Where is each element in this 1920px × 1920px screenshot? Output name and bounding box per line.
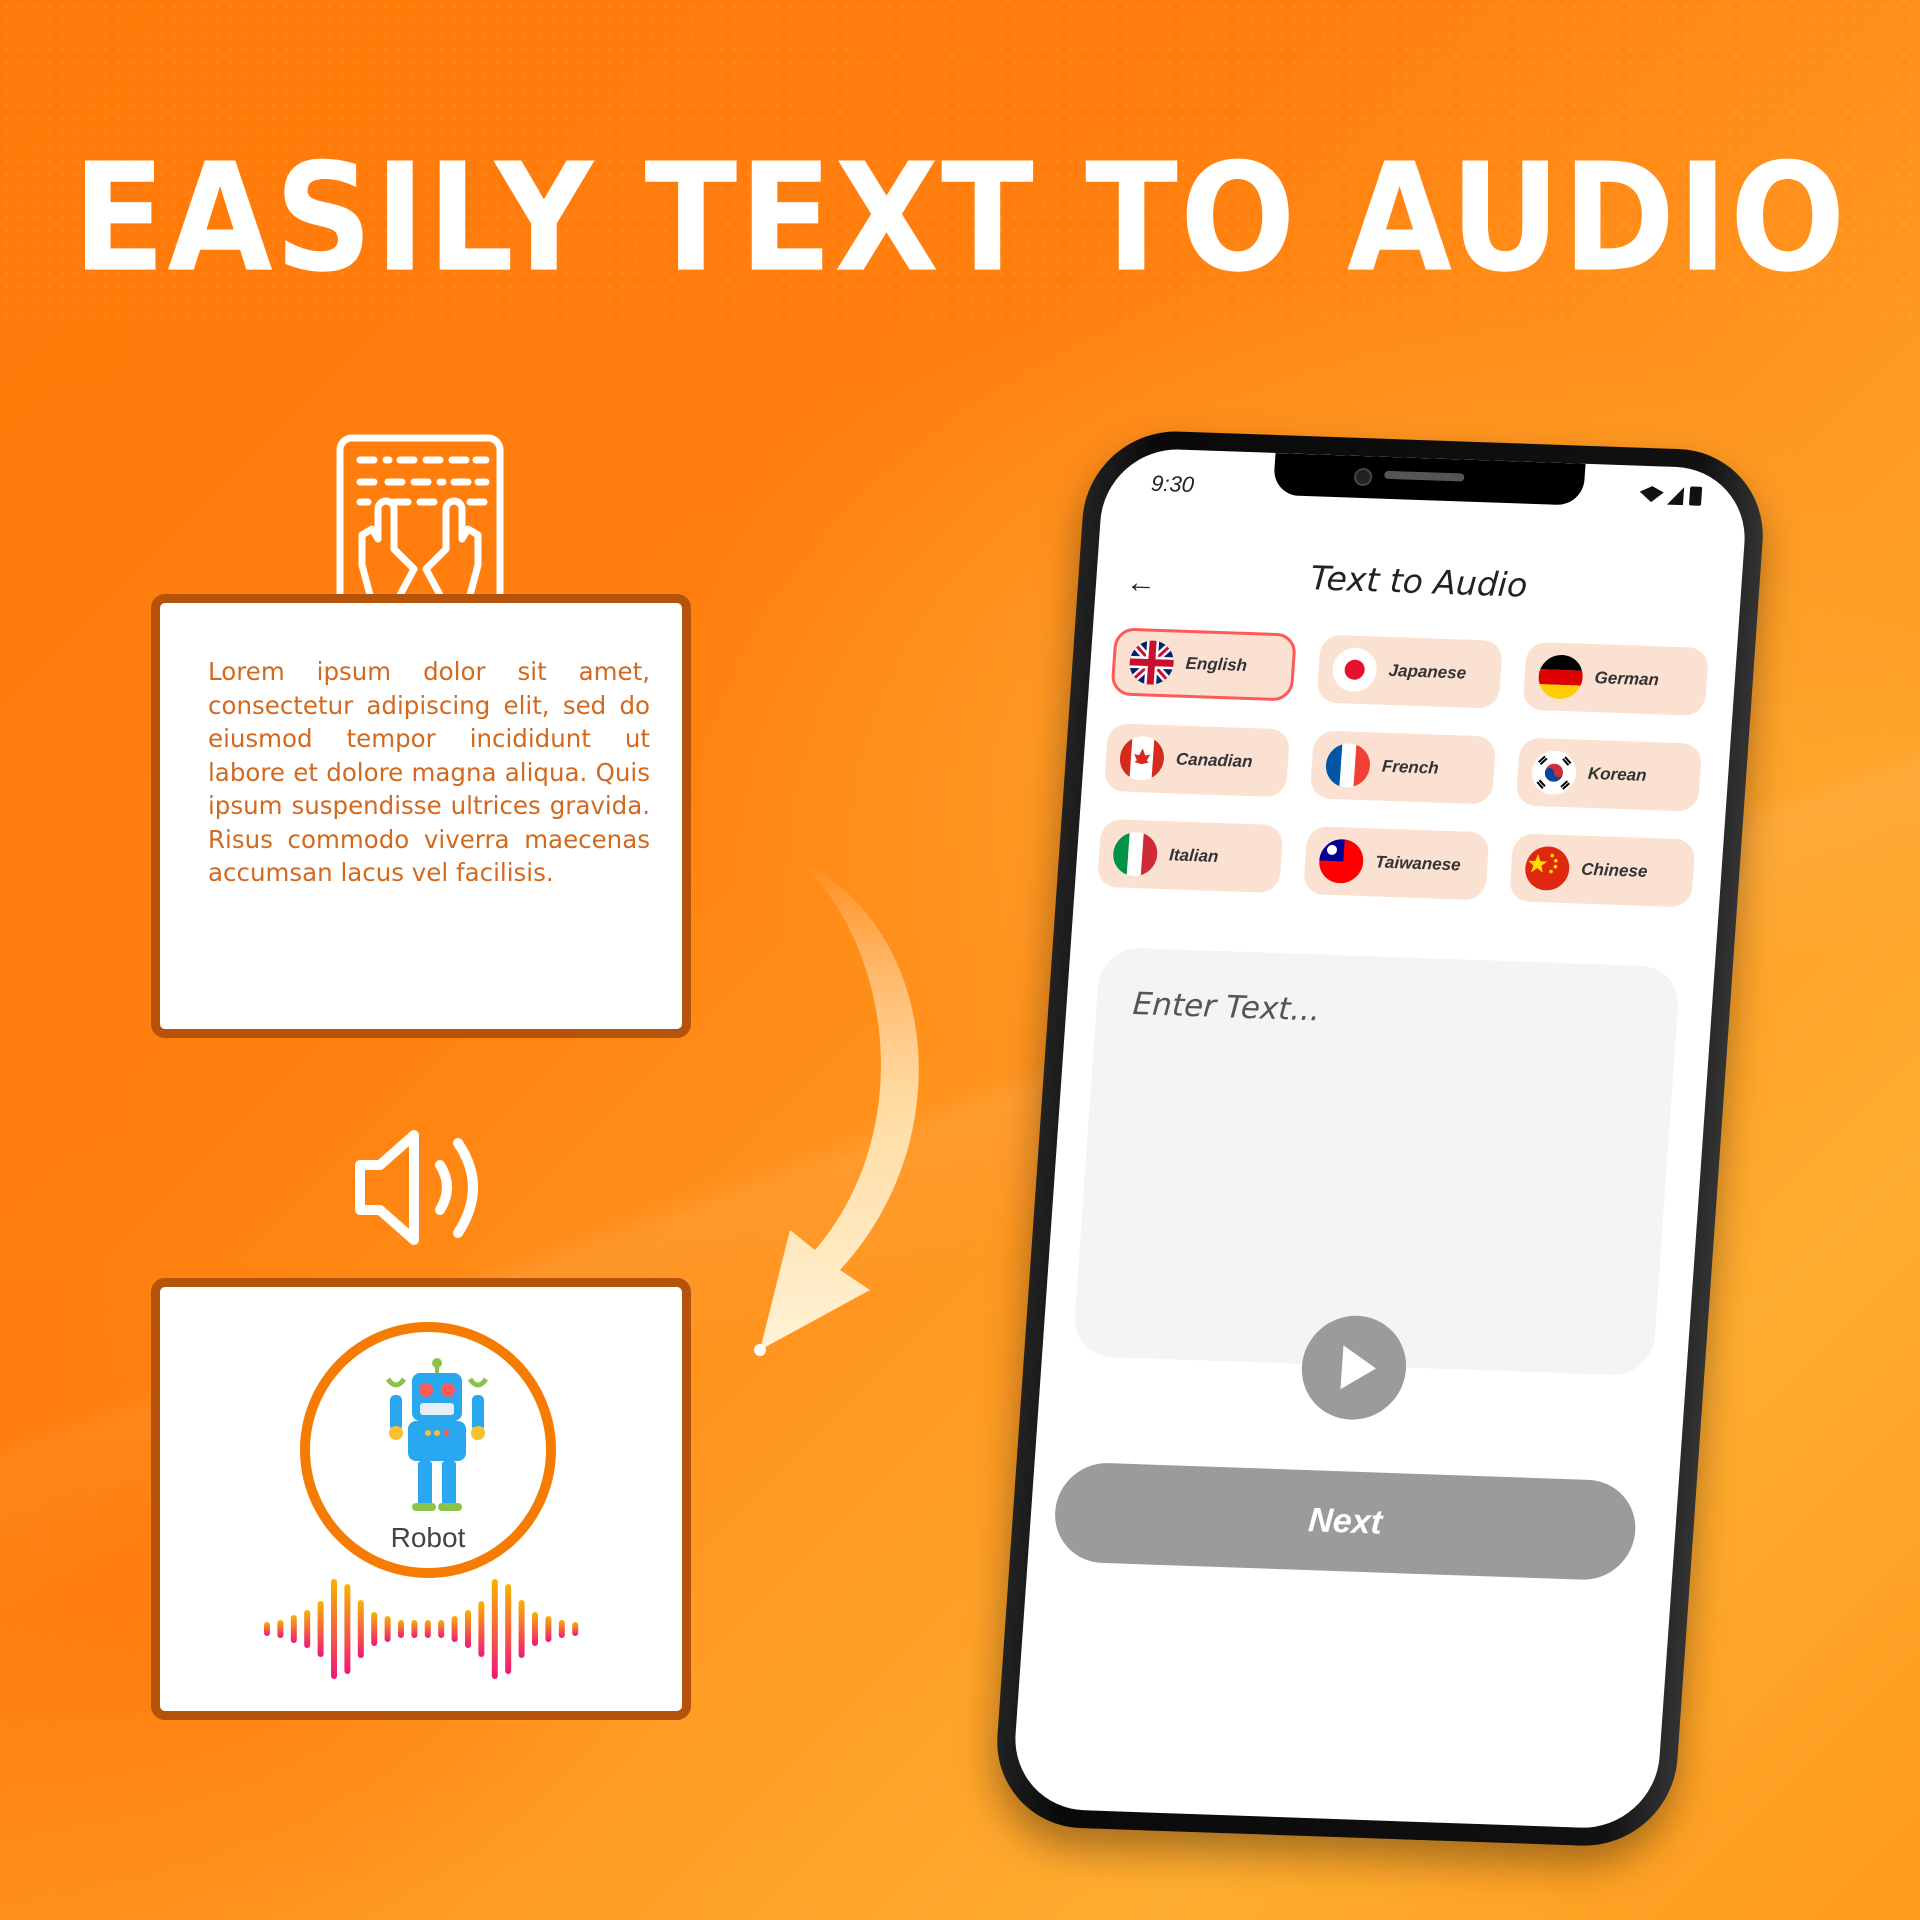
curved-arrow-icon: [754, 860, 919, 1356]
waveform-bar: [371, 1612, 378, 1646]
waveform-bar: [411, 1620, 418, 1638]
language-chip-english[interactable]: English: [1110, 627, 1298, 702]
keyboard-typing-icon: [336, 434, 504, 595]
text-input-area[interactable]: Enter Text...: [1072, 946, 1681, 1377]
earpiece-speaker: [1384, 470, 1465, 482]
phone-mockup: 9:30 ← Text to Audio English Japanese Germ…: [991, 428, 1849, 1851]
language-chip-italian[interactable]: Italian: [1096, 818, 1284, 894]
language-chip-korean[interactable]: Korean: [1515, 737, 1703, 812]
waveform-bar: [518, 1600, 525, 1658]
language-label: Japanese: [1388, 660, 1467, 683]
flag-de-icon: [1537, 654, 1585, 700]
language-label: Italian: [1168, 845, 1220, 866]
waveform-bar: [532, 1612, 538, 1646]
sample-text: Lorem ipsum dolor sit amet, consectetur …: [208, 657, 650, 887]
text-input-card: Lorem ipsum dolor sit amet, consectetur …: [151, 594, 691, 1038]
waveform-bar: [451, 1616, 458, 1642]
language-grid: English Japanese German Canadian French Korea…: [1096, 627, 1715, 908]
language-label: German: [1594, 668, 1660, 690]
next-button[interactable]: Next: [1051, 1461, 1639, 1582]
waveform-bar: [505, 1584, 512, 1674]
headline: EASILY TEXT TO AUDIO: [72, 132, 1848, 306]
language-chip-german[interactable]: German: [1522, 641, 1710, 716]
battery-icon: [1689, 486, 1703, 506]
waveform-bar: [290, 1615, 297, 1643]
flag-kr-icon: [1530, 749, 1578, 796]
phone-notch: [1272, 452, 1586, 506]
waveform-bar: [558, 1620, 565, 1638]
language-chip-french[interactable]: French: [1309, 730, 1497, 805]
language-label: Chinese: [1580, 859, 1649, 881]
robot-icon: [385, 1358, 489, 1511]
language-label: English: [1185, 653, 1248, 675]
language-label: French: [1381, 756, 1440, 778]
flag-it-icon: [1111, 831, 1159, 877]
waveform-bar: [304, 1610, 311, 1648]
waveform-bar: [264, 1622, 270, 1636]
waveform-bar: [398, 1620, 404, 1638]
waveform-bar: [478, 1601, 485, 1657]
waveform-bar: [344, 1584, 351, 1674]
wifi-icon: [1639, 486, 1664, 503]
language-chip-taiwanese[interactable]: Taiwanese: [1302, 826, 1490, 901]
speaker-volume-icon: [355, 1130, 478, 1245]
robot-voice-option[interactable]: Robot: [300, 1322, 556, 1578]
language-label: Canadian: [1175, 749, 1254, 772]
language-label: Korean: [1587, 763, 1648, 785]
waveform-bar: [491, 1579, 498, 1679]
language-chip-japanese[interactable]: Japanese: [1316, 634, 1504, 709]
audio-waveform: [264, 1579, 579, 1679]
waveform-bar: [277, 1620, 284, 1638]
waveform-bar: [572, 1622, 579, 1636]
waveform-bar: [424, 1620, 431, 1638]
waveform-bar: [317, 1601, 324, 1657]
language-chip-chinese[interactable]: Chinese: [1508, 833, 1696, 908]
flag-uk-icon: [1128, 639, 1176, 686]
language-label: Taiwanese: [1374, 852, 1462, 875]
status-icons: [1639, 486, 1703, 506]
waveform-bar: [545, 1616, 552, 1642]
flag-jp-icon: [1331, 647, 1379, 693]
waveform-bar: [384, 1616, 391, 1642]
status-time: 9:30: [1150, 470, 1195, 498]
signal-icon: [1666, 487, 1685, 506]
flag-tw-icon: [1317, 838, 1365, 884]
phone-screen: 9:30 ← Text to Audio English Japanese Germ…: [1010, 447, 1750, 1831]
screen-title: Text to Audio: [1309, 558, 1529, 605]
front-camera: [1353, 467, 1373, 487]
phone-frame: 9:30 ← Text to Audio English Japanese Germ…: [991, 428, 1769, 1849]
waveform-bar: [357, 1600, 364, 1658]
waveform-bar: [438, 1620, 445, 1638]
audio-voice-card: Robot: [151, 1278, 691, 1720]
text-input-placeholder: Enter Text...: [1131, 986, 1322, 1029]
flag-fr-icon: [1324, 742, 1372, 789]
language-chip-canadian[interactable]: Canadian: [1103, 723, 1291, 798]
flag-ca-icon: [1118, 735, 1166, 782]
waveform-bar: [465, 1610, 471, 1648]
robot-label: Robot: [390, 1522, 466, 1553]
waveform-bar: [331, 1579, 337, 1679]
flag-cn-icon: [1523, 845, 1571, 892]
